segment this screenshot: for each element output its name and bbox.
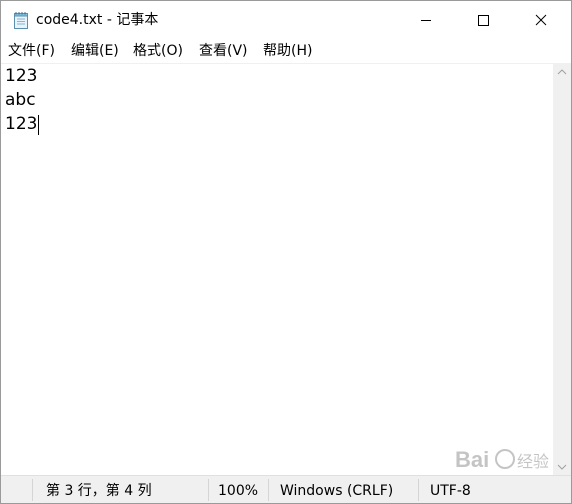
status-separator — [268, 479, 269, 501]
svg-text:Bai: Bai — [455, 447, 489, 472]
cursor-position: 第 3 行，第 4 列 — [46, 483, 152, 499]
notepad-window: code4.txt - 记事本 文件(F) 编辑(E) 格式(O) 查看(V) … — [0, 0, 572, 504]
status-separator — [32, 479, 33, 501]
line-ending: Windows (CRLF) — [280, 483, 394, 499]
menu-edit[interactable]: 编辑(E) — [71, 41, 119, 61]
vertical-scrollbar[interactable] — [553, 64, 571, 475]
maximize-button[interactable] — [460, 1, 506, 39]
menu-file[interactable]: 文件(F) — [8, 41, 55, 61]
minimize-icon — [421, 20, 431, 21]
menu-view[interactable]: 查看(V) — [199, 41, 248, 61]
title-bar[interactable]: code4.txt - 记事本 — [1, 1, 571, 39]
menu-bar: 文件(F) 编辑(E) 格式(O) 查看(V) 帮助(H) — [1, 39, 571, 64]
zoom-level: 100% — [218, 483, 259, 499]
status-separator — [208, 479, 209, 501]
svg-text:经验: 经验 — [517, 453, 549, 471]
close-icon — [535, 14, 547, 26]
text-editor[interactable]: 123 abc 123 — [1, 64, 553, 475]
scroll-down-icon[interactable] — [553, 458, 571, 475]
minimize-button[interactable] — [403, 1, 449, 39]
editor-line: abc — [5, 90, 36, 110]
encoding: UTF-8 — [430, 483, 471, 499]
editor-line: 123 — [5, 114, 38, 134]
text-caret — [38, 115, 39, 135]
scroll-up-icon[interactable] — [553, 64, 571, 81]
notepad-icon — [14, 12, 28, 29]
menu-help[interactable]: 帮助(H) — [263, 41, 312, 61]
editor-line: 123 — [5, 66, 38, 86]
maximize-icon — [478, 15, 489, 26]
menu-format[interactable]: 格式(O) — [133, 41, 183, 61]
window-title: code4.txt - 记事本 — [36, 12, 159, 28]
status-separator — [418, 479, 419, 501]
watermark-logo: Bai 经验 — [455, 447, 549, 472]
close-button[interactable] — [517, 1, 563, 39]
